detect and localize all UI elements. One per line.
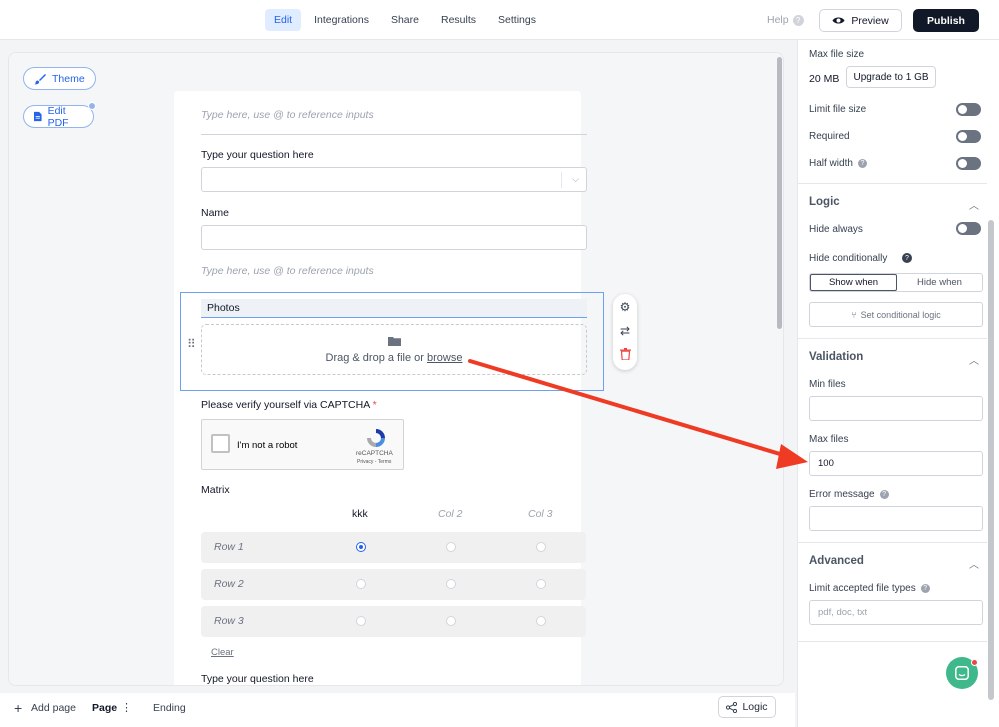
chat-icon — [955, 666, 969, 680]
annotation-arrow — [468, 359, 808, 469]
chat-notification-dot — [971, 659, 978, 666]
